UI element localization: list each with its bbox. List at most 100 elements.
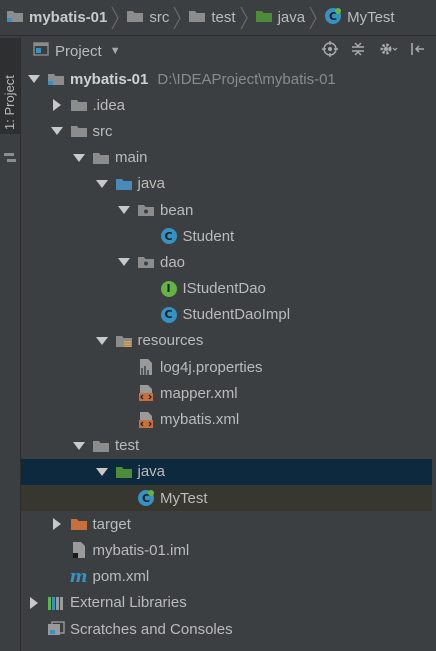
tree-node-student[interactable]: C Student bbox=[21, 223, 436, 249]
test-class-icon: C bbox=[137, 490, 155, 507]
tree-node-label: test bbox=[115, 437, 140, 455]
tree-node-mytest[interactable]: C MyTest bbox=[21, 485, 436, 512]
tree-node-java[interactable]: java bbox=[21, 171, 436, 197]
breadcrumb-project[interactable]: mybatis-01 bbox=[6, 9, 107, 27]
expand-right-icon[interactable] bbox=[27, 596, 41, 610]
tree-node-label: pom.xml bbox=[92, 568, 150, 586]
tree-node-mybatis-01[interactable]: mybatis-01 D:\IDEAProject\mybatis-01 bbox=[21, 66, 436, 92]
project-tree: mybatis-01 D:\IDEAProject\mybatis-01 .idea… bbox=[21, 66, 436, 642]
module-folder-icon bbox=[6, 9, 24, 27]
tree-node-pom-xml[interactable]: m pom.xml bbox=[21, 564, 436, 590]
breadcrumb-label: test bbox=[211, 9, 236, 26]
breadcrumb-src[interactable]: src bbox=[126, 9, 169, 27]
expand-down-icon[interactable] bbox=[50, 124, 64, 138]
tree-node-bean[interactable]: bean bbox=[21, 197, 436, 223]
tree-node-label: main bbox=[115, 149, 148, 167]
navigation-breadcrumb: mybatis-01 src test java C MyTest bbox=[0, 0, 436, 36]
tree-node-target[interactable]: target bbox=[21, 511, 436, 537]
chevron-right-icon bbox=[111, 6, 120, 29]
project-tool-tab-label: 1: Project bbox=[2, 75, 17, 130]
tree-node-mybatis-01-iml[interactable]: mybatis-01.iml bbox=[21, 537, 436, 563]
chevron-down-icon[interactable]: ▼ bbox=[110, 45, 121, 57]
scrollbar[interactable] bbox=[432, 66, 436, 651]
iml-file-icon bbox=[70, 542, 88, 559]
project-view-selector[interactable]: Project bbox=[55, 43, 102, 60]
tree-node-java[interactable]: java bbox=[21, 458, 436, 485]
tree-node-src[interactable]: src bbox=[21, 118, 436, 144]
tree-node-test[interactable]: test bbox=[21, 433, 436, 459]
tree-node-label: Scratches and Consoles bbox=[70, 620, 233, 638]
expand-down-icon[interactable] bbox=[117, 203, 131, 217]
maven-file-icon: m bbox=[69, 566, 88, 587]
tree-node-label: MyTest bbox=[160, 489, 208, 507]
tree-node-external-libraries[interactable]: External Libraries bbox=[21, 590, 436, 616]
xml-file-icon bbox=[137, 411, 155, 428]
tree-node-studentdaoimpl[interactable]: C StudentDaoImpl bbox=[21, 302, 436, 328]
chevron-right-icon bbox=[309, 6, 317, 29]
expand-down-icon[interactable] bbox=[95, 334, 109, 348]
tree-node-label: IStudentDao bbox=[182, 280, 266, 298]
properties-file-icon bbox=[137, 359, 155, 376]
tree-node-log4j-properties[interactable]: log4j.properties bbox=[21, 354, 436, 380]
package-icon bbox=[137, 202, 155, 218]
breadcrumb-label: java bbox=[277, 9, 306, 26]
tree-node-idea[interactable]: .idea bbox=[21, 92, 436, 118]
folder-icon bbox=[70, 123, 88, 139]
tree-node-label: Student bbox=[182, 227, 235, 245]
project-tool-tab[interactable]: 1: Project bbox=[0, 38, 20, 162]
excluded-folder-icon bbox=[70, 516, 88, 532]
tree-node-label: External Libraries bbox=[70, 594, 187, 612]
tree-node-label: log4j.properties bbox=[160, 358, 263, 376]
tree-node-label: resources bbox=[137, 332, 204, 350]
tree-node-label: dao bbox=[160, 253, 186, 271]
tree-node-mybatis-xml[interactable]: mybatis.xml bbox=[21, 406, 436, 432]
breadcrumb-label: mybatis-01 bbox=[29, 9, 108, 26]
tree-node-scratches-and-consoles[interactable]: Scratches and Consoles bbox=[21, 616, 436, 642]
expand-right-icon[interactable] bbox=[50, 98, 64, 112]
expand-down-icon[interactable] bbox=[72, 439, 86, 453]
tree-node-path: D:\IDEAProject\mybatis-01 bbox=[157, 70, 336, 88]
tree-node-label: mybatis-01 bbox=[70, 70, 149, 88]
structure-icon bbox=[3, 151, 17, 169]
breadcrumb-test[interactable]: test bbox=[188, 9, 236, 27]
expand-down-icon[interactable] bbox=[95, 177, 109, 191]
tree-node-label: bean bbox=[160, 201, 194, 219]
tree-node-label: target bbox=[92, 515, 131, 533]
expand-down-icon[interactable] bbox=[27, 72, 41, 86]
tree-node-dao[interactable]: dao bbox=[21, 249, 436, 275]
tree-node-label: mybatis-01.iml bbox=[92, 541, 190, 559]
locate-icon[interactable] bbox=[322, 41, 338, 61]
tree-node-label: .idea bbox=[92, 96, 126, 114]
breadcrumb-mytest[interactable]: C MyTest bbox=[324, 7, 395, 29]
hide-panel-icon[interactable] bbox=[410, 41, 426, 61]
test-folder-icon bbox=[115, 464, 133, 480]
test-class-icon: C bbox=[324, 7, 342, 29]
class-icon: C bbox=[160, 306, 178, 323]
package-icon bbox=[137, 254, 155, 270]
chevron-right-icon bbox=[240, 6, 248, 29]
libraries-icon bbox=[47, 595, 65, 611]
tree-node-istudentdao[interactable]: I IStudentDao bbox=[21, 276, 436, 302]
expand-down-icon[interactable] bbox=[117, 255, 131, 269]
expand-down-icon[interactable] bbox=[95, 465, 109, 479]
expand-down-icon[interactable] bbox=[72, 151, 86, 165]
tree-node-label: StudentDaoImpl bbox=[182, 306, 291, 324]
breadcrumb-java[interactable]: java bbox=[255, 9, 306, 27]
gear-icon[interactable] bbox=[378, 41, 398, 61]
xml-file-icon bbox=[137, 385, 155, 402]
tree-node-label: mybatis.xml bbox=[160, 411, 240, 429]
folder-icon bbox=[92, 438, 110, 454]
expand-right-icon[interactable] bbox=[50, 517, 64, 531]
source-folder-icon bbox=[115, 176, 133, 192]
tree-node-label: java bbox=[137, 463, 166, 481]
breadcrumb-label: src bbox=[149, 9, 170, 26]
tree-node-resources[interactable]: resources bbox=[21, 328, 436, 354]
resources-folder-icon bbox=[115, 333, 133, 349]
tree-node-main[interactable]: main bbox=[21, 145, 436, 171]
interface-icon: I bbox=[160, 280, 178, 297]
chevron-right-icon bbox=[173, 6, 182, 29]
folder-icon bbox=[70, 97, 88, 113]
breadcrumb-label: MyTest bbox=[347, 9, 395, 26]
tree-node-mapper-xml[interactable]: mapper.xml bbox=[21, 380, 436, 406]
collapse-all-icon[interactable] bbox=[350, 41, 366, 61]
